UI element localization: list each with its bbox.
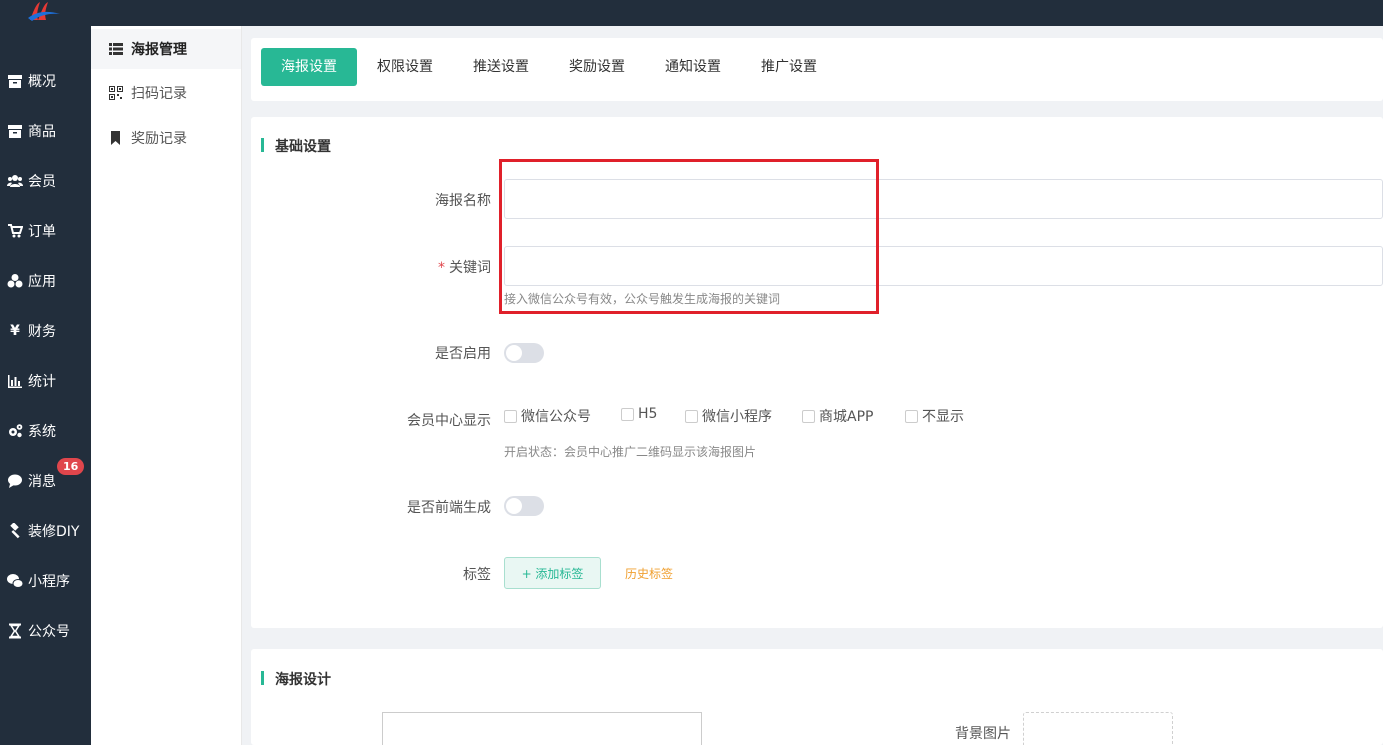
sub-sidebar: 海报管理 扫码记录 奖励记录 (91, 26, 242, 745)
section-title: 基础设置 (261, 136, 331, 156)
subnav-item-poster-management[interactable]: 海报管理 (91, 29, 241, 69)
nav-item-label: 小程序 (28, 574, 70, 590)
option-label: 不显示 (922, 409, 964, 425)
nav-item-official-account[interactable]: 公众号 (0, 611, 91, 651)
hourglass-icon (7, 623, 23, 639)
nav-item-system[interactable]: 系统 (0, 411, 91, 451)
option-label: 微信小程序 (702, 409, 772, 425)
option-label: 微信公众号 (521, 409, 591, 425)
nav-item-orders[interactable]: 订单 (0, 211, 91, 251)
tab-promotion-settings[interactable]: 推广设置 (741, 48, 837, 86)
nav-item-label: 系统 (28, 424, 56, 440)
message-count-badge: 16 (57, 458, 85, 475)
cart-icon (7, 223, 23, 239)
nav-item-label: 财务 (28, 324, 56, 340)
nav-item-label: 概况 (28, 74, 56, 90)
archive-icon (7, 73, 23, 89)
enable-switch[interactable] (504, 343, 544, 363)
top-bar (0, 0, 1383, 26)
option-label: H5 (638, 406, 658, 422)
qrcode-icon (109, 86, 123, 100)
tab-poster-settings[interactable]: 海报设置 (261, 48, 357, 86)
tab-push-settings[interactable]: 推送设置 (453, 48, 549, 86)
nav-item-label: 订单 (28, 224, 56, 240)
nav-item-overview[interactable]: 概况 (0, 61, 91, 101)
nav-item-mini-program[interactable]: 小程序 (0, 561, 91, 601)
tab-reward-settings[interactable]: 奖励设置 (549, 48, 645, 86)
option-label: 商城APP (819, 409, 874, 425)
poster-design-card: 海报设计 背景图片 (251, 649, 1383, 745)
member-center-option-hide[interactable]: 不显示 (905, 406, 964, 426)
member-center-option-h5[interactable]: H5 (621, 406, 657, 422)
bookmark-icon (109, 131, 123, 145)
subnav-item-scan-records[interactable]: 扫码记录 (91, 73, 241, 113)
subnav-item-label: 扫码记录 (131, 86, 187, 102)
highlight-annotation-box (499, 159, 879, 314)
gears-icon (7, 423, 23, 439)
subnav-item-label: 奖励记录 (131, 131, 187, 147)
required-mark: * (438, 260, 445, 276)
chat-bubble-icon (7, 473, 23, 489)
nav-item-decoration[interactable]: 装修DIY (0, 511, 91, 551)
member-center-hint: 开启状态：会员中心推广二维码显示该海报图片 (504, 445, 757, 459)
subnav-item-label: 海报管理 (131, 42, 187, 58)
member-center-label: 会员中心显示 (407, 413, 491, 429)
main-sidebar: 概况 商品 会员 订单 应用 ¥ 财务 统计 系统 消息 16 装修DIY 小程… (0, 26, 91, 745)
poster-name-label: 海报名称 (435, 193, 491, 209)
brand-logo[interactable] (26, 0, 62, 24)
subnav-item-reward-records[interactable]: 奖励记录 (91, 118, 241, 158)
member-center-option-app[interactable]: 商城APP (802, 406, 873, 426)
tab-permission-settings[interactable]: 权限设置 (357, 48, 453, 86)
member-center-option-mini-program[interactable]: 微信小程序 (685, 406, 772, 426)
tag-label: 标签 (463, 567, 491, 583)
nav-item-label: 应用 (28, 274, 56, 290)
nav-item-label: 消息 (28, 474, 56, 490)
checkbox[interactable] (905, 409, 918, 423)
background-image-label: 背景图片 (955, 726, 1011, 742)
archive-icon (7, 123, 23, 139)
cubes-icon (7, 273, 23, 289)
checkbox[interactable] (504, 409, 517, 423)
enable-label: 是否启用 (435, 346, 491, 362)
nav-item-messages[interactable]: 消息 16 (0, 458, 91, 501)
section-title: 海报设计 (261, 669, 331, 689)
nav-item-apps[interactable]: 应用 (0, 261, 91, 301)
gavel-icon (7, 523, 23, 539)
wechat-icon (7, 573, 23, 589)
nav-item-members[interactable]: 会员 (0, 161, 91, 201)
nav-item-label: 公众号 (28, 624, 70, 640)
nav-item-label: 商品 (28, 124, 56, 140)
nav-item-label: 装修DIY (28, 524, 80, 540)
nav-item-label: 统计 (28, 374, 56, 390)
bar-chart-icon (7, 373, 23, 389)
users-icon (7, 173, 23, 189)
tab-notification-settings[interactable]: 通知设置 (645, 48, 741, 86)
keyword-label: * 关键词 (251, 257, 491, 277)
yen-icon: ¥ (10, 323, 20, 339)
list-icon (109, 42, 123, 56)
frontend-generate-label: 是否前端生成 (407, 500, 491, 516)
nav-item-label: 会员 (28, 174, 56, 190)
frontend-generate-switch[interactable] (504, 496, 544, 516)
checkbox[interactable] (802, 409, 815, 423)
add-tag-button[interactable]: + 添加标签 (504, 557, 601, 589)
checkbox[interactable] (621, 407, 634, 421)
member-center-option-wechat-oa[interactable]: 微信公众号 (504, 406, 591, 426)
nav-item-goods[interactable]: 商品 (0, 111, 91, 151)
keyword-label-text: 关键词 (449, 260, 491, 276)
background-image-upload[interactable] (1023, 712, 1173, 745)
nav-item-finance[interactable]: ¥ 财务 (0, 311, 91, 351)
checkbox[interactable] (685, 409, 698, 423)
nav-item-statistics[interactable]: 统计 (0, 361, 91, 401)
history-tags-link[interactable]: 历史标签 (625, 565, 673, 582)
settings-tabs: 海报设置 权限设置 推送设置 奖励设置 通知设置 推广设置 (251, 38, 1383, 101)
